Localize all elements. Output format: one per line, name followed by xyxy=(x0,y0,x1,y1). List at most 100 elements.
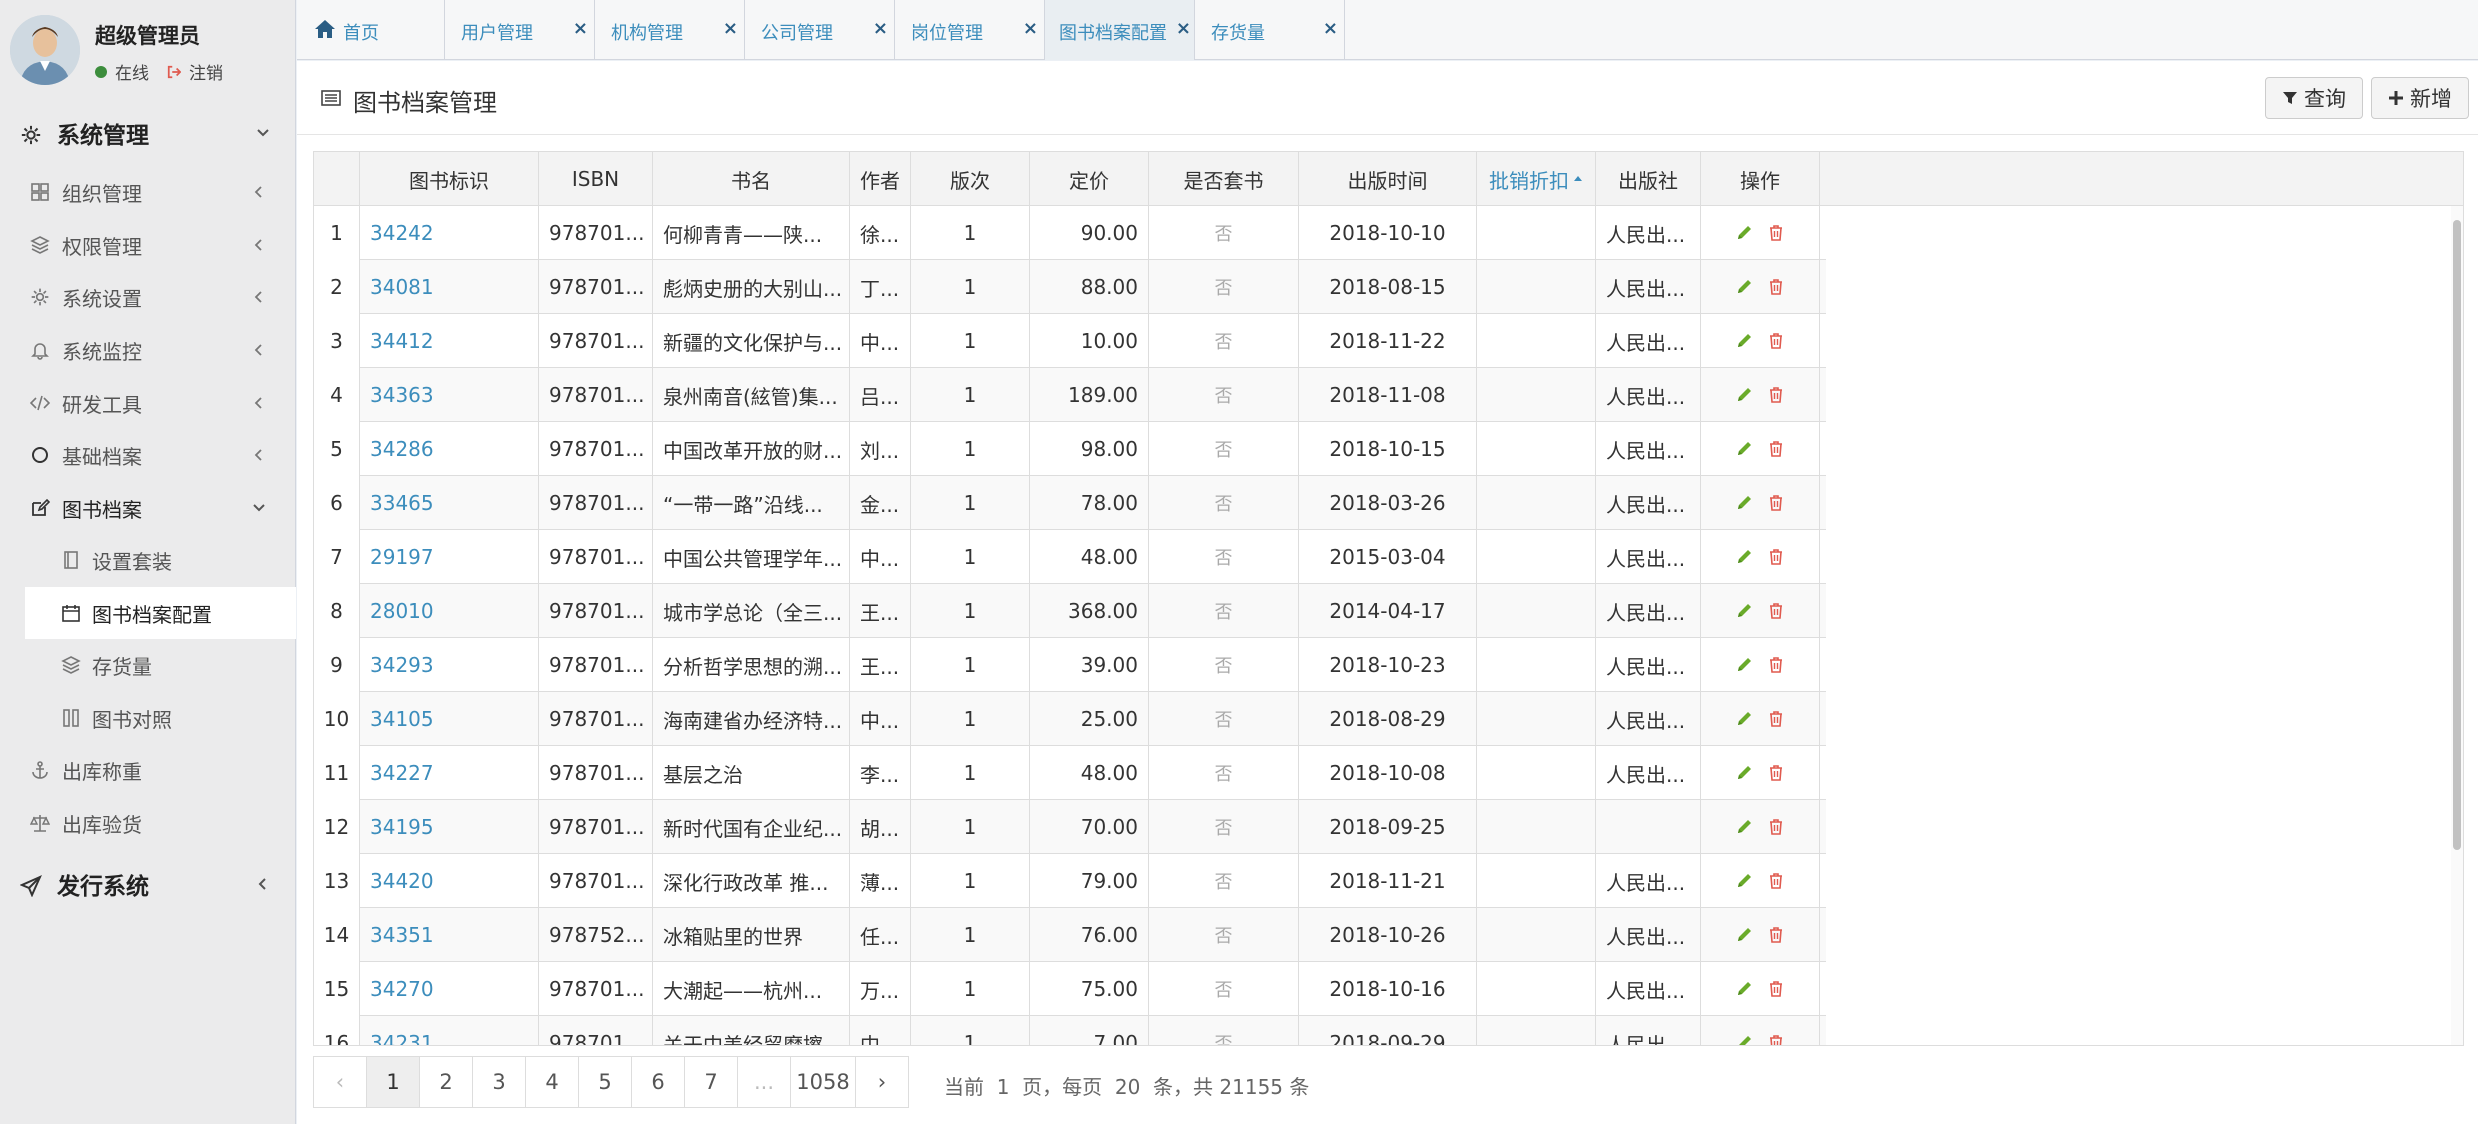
sidebar-item-org[interactable]: 组织管理 xyxy=(0,166,296,218)
edit-pencil-icon[interactable] xyxy=(1735,224,1753,242)
table-row[interactable]: 13 34420 978701... 深化行政改革 推... 薄... 1 79.00 否 20… xyxy=(314,854,1826,908)
edit-pencil-icon[interactable] xyxy=(1735,278,1753,296)
cell-book-id[interactable]: 34420 xyxy=(360,854,539,908)
cell-book-id[interactable]: 34227 xyxy=(360,746,539,800)
tab-close-icon[interactable]: × xyxy=(1023,18,1038,39)
col-book-id[interactable]: 图书标识 xyxy=(360,152,539,206)
sidebar-subitem-book-archive-config[interactable]: 图书档案配置 xyxy=(25,587,296,639)
tab-company-management[interactable]: 公司管理 × xyxy=(745,0,895,60)
edit-pencil-icon[interactable] xyxy=(1735,818,1753,836)
edit-pencil-icon[interactable] xyxy=(1735,440,1753,458)
table-row[interactable]: 15 34270 978701... 大潮起——杭州... 万... 1 75.00 否 201… xyxy=(314,962,1826,1016)
cell-book-id[interactable]: 34363 xyxy=(360,368,539,422)
tab-inventory[interactable]: 存货量 × xyxy=(1195,0,1345,60)
edit-pencil-icon[interactable] xyxy=(1735,602,1753,620)
table-row[interactable]: 14 34351 978752... 冰箱贴里的世界 任... 1 76.00 否 2018-1… xyxy=(314,908,1826,962)
table-row[interactable]: 6 33465 978701... “一带一路”沿线... 金... 1 78.00 否 201… xyxy=(314,476,1826,530)
tab-close-icon[interactable]: × xyxy=(573,18,588,39)
edit-pencil-icon[interactable] xyxy=(1735,332,1753,350)
edit-pencil-icon[interactable] xyxy=(1735,494,1753,512)
pager-next-button[interactable]: › xyxy=(855,1056,909,1108)
edit-pencil-icon[interactable] xyxy=(1735,386,1753,404)
col-is-set[interactable]: 是否套书 xyxy=(1149,152,1299,206)
table-row[interactable]: 5 34286 978701... 中国改革开放的财... 刘... 1 98.00 否 201… xyxy=(314,422,1826,476)
delete-trash-icon[interactable] xyxy=(1767,872,1785,890)
delete-trash-icon[interactable] xyxy=(1767,548,1785,566)
table-row[interactable]: 8 28010 978701... 城市学总论（全三... 王... 1 368.00 否 20… xyxy=(314,584,1826,638)
sidebar-item-base-archive[interactable]: 基础档案 xyxy=(0,429,296,481)
edit-pencil-icon[interactable] xyxy=(1735,872,1753,890)
cell-book-id[interactable]: 34231 xyxy=(360,1016,539,1045)
sidebar-subitem-set-config[interactable]: 设置套装 xyxy=(25,534,296,586)
pager-page-button[interactable]: 5 xyxy=(578,1056,632,1108)
edit-pencil-icon[interactable] xyxy=(1735,764,1753,782)
table-row[interactable]: 1 34242 978701... 何柳青青——陕... 徐... 1 90.00 否 2018… xyxy=(314,206,1826,260)
edit-pencil-icon[interactable] xyxy=(1735,656,1753,674)
pager-page-button[interactable]: 3 xyxy=(472,1056,526,1108)
edit-pencil-icon[interactable] xyxy=(1735,548,1753,566)
tab-post-management[interactable]: 岗位管理 × xyxy=(895,0,1045,60)
col-pub-date[interactable]: 出版时间 xyxy=(1299,152,1477,206)
col-discount[interactable]: 批销折扣 xyxy=(1477,152,1596,206)
delete-trash-icon[interactable] xyxy=(1767,440,1785,458)
pager-page-button[interactable]: 7 xyxy=(684,1056,738,1108)
pager-page-button[interactable]: 2 xyxy=(419,1056,473,1108)
sidebar-item-outbound-inspect[interactable]: 出库验货 xyxy=(0,797,296,849)
delete-trash-icon[interactable] xyxy=(1767,386,1785,404)
add-button[interactable]: 新增 xyxy=(2371,77,2469,119)
delete-trash-icon[interactable] xyxy=(1767,1034,1785,1046)
query-button[interactable]: 查询 xyxy=(2265,77,2363,119)
delete-trash-icon[interactable] xyxy=(1767,602,1785,620)
tab-user-management[interactable]: 用户管理 × xyxy=(445,0,595,60)
table-row[interactable]: 9 34293 978701... 分析哲学思想的溯... 王... 1 39.00 否 201… xyxy=(314,638,1826,692)
cell-book-id[interactable]: 33465 xyxy=(360,476,539,530)
sidebar-subitem-inventory[interactable]: 存货量 xyxy=(25,639,296,691)
table-row[interactable]: 3 34412 978701... 新疆的文化保护与... 中... 1 10.00 否 201… xyxy=(314,314,1826,368)
edit-pencil-icon[interactable] xyxy=(1735,980,1753,998)
table-row[interactable]: 16 34231 978701... 关于中美经贸摩擦... 中... 1 7.00 否 201… xyxy=(314,1016,1826,1046)
tab-book-archive-config[interactable]: 图书档案配置 × xyxy=(1045,0,1195,60)
col-publisher[interactable]: 出版社 xyxy=(1596,152,1701,206)
col-title[interactable]: 书名 xyxy=(653,152,850,206)
delete-trash-icon[interactable] xyxy=(1767,818,1785,836)
col-edition[interactable]: 版次 xyxy=(911,152,1030,206)
table-row[interactable]: 4 34363 978701... 泉州南音(絃管)集... 吕... 1 189.00 否 2… xyxy=(314,368,1826,422)
cell-book-id[interactable]: 28010 xyxy=(360,584,539,638)
sidebar-item-outbound-weigh[interactable]: 出库称重 xyxy=(0,744,296,796)
sidebar-item-monitor[interactable]: 系统监控 xyxy=(0,324,296,376)
logout-link[interactable]: 注销 xyxy=(189,59,223,84)
edit-pencil-icon[interactable] xyxy=(1735,710,1753,728)
delete-trash-icon[interactable] xyxy=(1767,764,1785,782)
table-row[interactable]: 10 34105 978701... 海南建省办经济特... 中... 1 25.00 否 20… xyxy=(314,692,1826,746)
tab-close-icon[interactable]: × xyxy=(873,18,888,39)
cell-book-id[interactable]: 34293 xyxy=(360,638,539,692)
delete-trash-icon[interactable] xyxy=(1767,710,1785,728)
delete-trash-icon[interactable] xyxy=(1767,980,1785,998)
delete-trash-icon[interactable] xyxy=(1767,332,1785,350)
tab-home[interactable]: 首页 xyxy=(297,0,445,60)
menu-system-management[interactable]: 系统管理 xyxy=(0,104,296,162)
cell-book-id[interactable]: 34412 xyxy=(360,314,539,368)
scrollbar-thumb[interactable] xyxy=(2453,220,2461,850)
cell-book-id[interactable]: 34105 xyxy=(360,692,539,746)
sidebar-subitem-book-compare[interactable]: 图书对照 xyxy=(25,692,296,744)
table-row[interactable]: 12 34195 978701... 新时代国有企业纪... 胡... 1 70.00 否 20… xyxy=(314,800,1826,854)
menu-release-system[interactable]: 发行系统 xyxy=(0,855,296,913)
cell-book-id[interactable]: 34351 xyxy=(360,908,539,962)
delete-trash-icon[interactable] xyxy=(1767,494,1785,512)
cell-book-id[interactable]: 29197 xyxy=(360,530,539,584)
cell-book-id[interactable]: 34195 xyxy=(360,800,539,854)
table-row[interactable]: 2 34081 978701... 彪炳史册的大别山... 丁... 1 88.00 否 201… xyxy=(314,260,1826,314)
edit-pencil-icon[interactable] xyxy=(1735,1034,1753,1046)
table-row[interactable]: 7 29197 978701... 中国公共管理学年... 中... 1 48.00 否 201… xyxy=(314,530,1826,584)
cell-book-id[interactable]: 34286 xyxy=(360,422,539,476)
table-row[interactable]: 11 34227 978701... 基层之治 李... 1 48.00 否 2018-10-0… xyxy=(314,746,1826,800)
sidebar-item-dev-tools[interactable]: 研发工具 xyxy=(0,377,296,429)
tab-close-icon[interactable]: × xyxy=(723,18,738,39)
delete-trash-icon[interactable] xyxy=(1767,656,1785,674)
delete-trash-icon[interactable] xyxy=(1767,926,1785,944)
tab-close-icon[interactable]: × xyxy=(1323,18,1338,39)
col-price[interactable]: 定价 xyxy=(1030,152,1149,206)
cell-book-id[interactable]: 34081 xyxy=(360,260,539,314)
sidebar-item-book-archive[interactable]: 图书档案 xyxy=(0,482,296,534)
